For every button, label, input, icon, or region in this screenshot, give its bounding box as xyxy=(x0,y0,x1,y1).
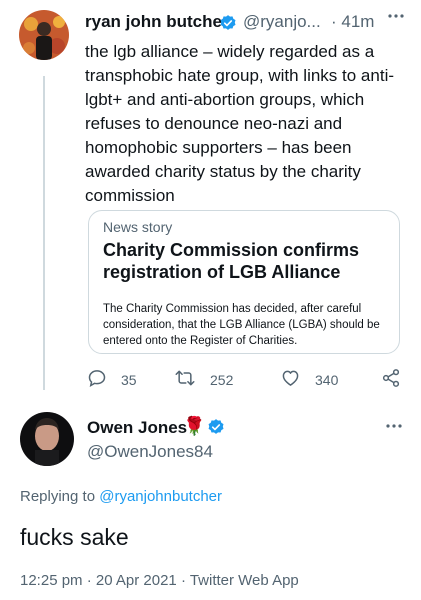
retweet-icon xyxy=(174,368,210,391)
thread-connector-line xyxy=(43,76,45,390)
ryan-time-ago[interactable]: · 41m xyxy=(331,12,374,32)
share-icon xyxy=(381,368,415,391)
link-preview-card[interactable]: News story Charity Commission confirms r… xyxy=(88,210,400,354)
main-tweet-text: fucks sake xyxy=(20,524,129,550)
owen-avatar[interactable] xyxy=(20,412,74,466)
card-title: Charity Commission confirms registration… xyxy=(103,240,360,282)
card-description: The Charity Commission has decided, afte… xyxy=(103,303,380,347)
share-button[interactable] xyxy=(381,368,415,391)
verified-badge-icon xyxy=(219,14,237,37)
more-options-icon[interactable] xyxy=(386,418,402,439)
replying-to-link[interactable]: @ryanjohnbutcher xyxy=(99,488,222,505)
owen-display-name[interactable]: Owen Jones xyxy=(87,418,187,438)
reply-count: 35 xyxy=(121,371,137,388)
ryan-handle[interactable]: @ryanjo... xyxy=(243,12,321,32)
reply-button[interactable]: 35 xyxy=(87,368,137,391)
ryan-avatar[interactable] xyxy=(19,10,69,60)
tweet-timestamp-source[interactable]: 12:25 pm · 20 Apr 2021 · Twitter Web App xyxy=(20,572,299,589)
rose-emoji-icon: 🌹 xyxy=(183,416,206,436)
retweet-count: 252 xyxy=(210,371,234,388)
owen-handle[interactable]: @OwenJones84 xyxy=(87,442,213,462)
like-button[interactable]: 340 xyxy=(280,368,338,391)
heart-icon xyxy=(280,368,315,391)
replying-to-line: Replying to @ryanjohnbutcher xyxy=(20,488,222,505)
more-options-icon[interactable] xyxy=(388,8,404,29)
reply-icon xyxy=(87,368,121,391)
retweet-button[interactable]: 252 xyxy=(174,368,233,391)
card-kicker: News story xyxy=(103,219,173,235)
verified-badge-icon xyxy=(207,418,225,441)
replying-prefix: Replying to xyxy=(20,488,96,505)
ryan-display-name[interactable]: ryan john butcher xyxy=(85,12,229,32)
like-count: 340 xyxy=(315,371,339,388)
ryan-tweet-text: the lgb alliance – widely regarded as a … xyxy=(85,42,395,205)
